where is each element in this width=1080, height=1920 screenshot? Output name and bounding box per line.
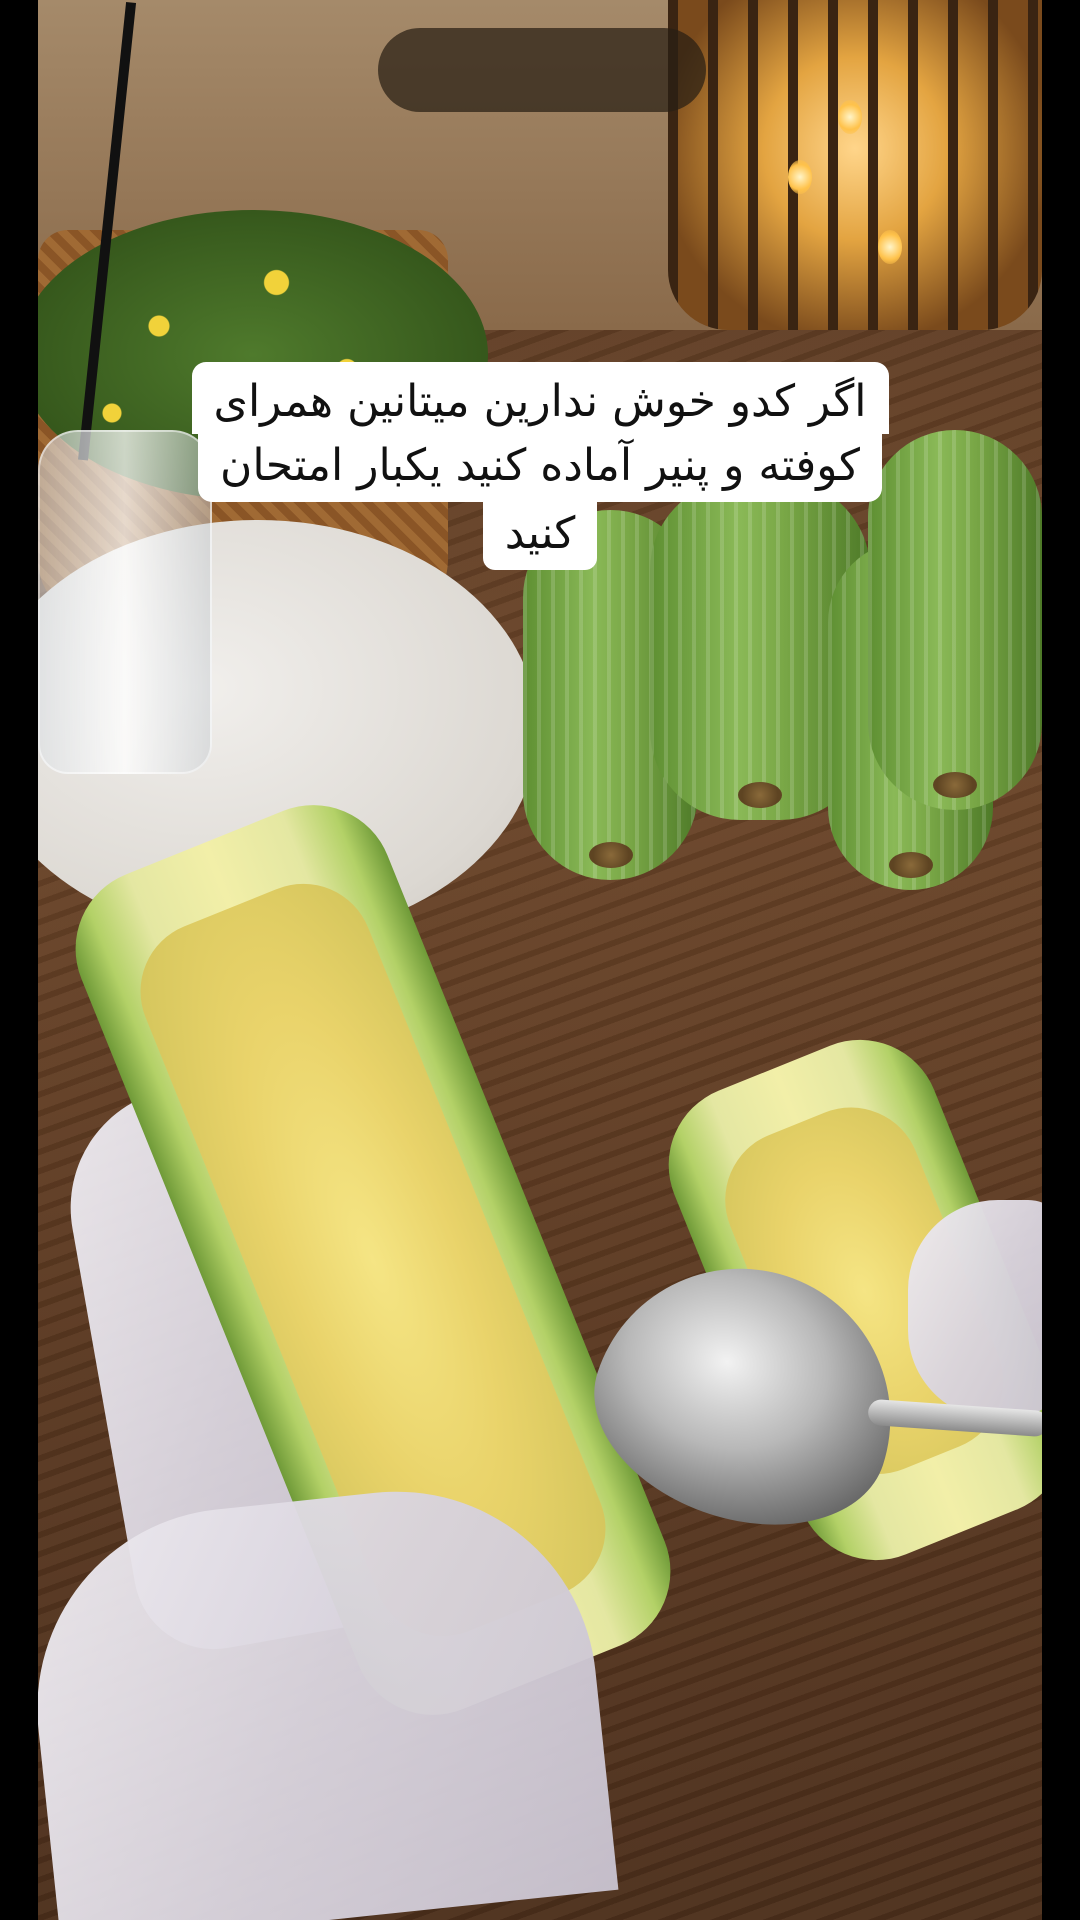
top-status-pill [378,28,706,112]
candle-lantern-image [668,0,1042,330]
caption-line-2: کوفته و پنیر آماده کنید یکبار امتحان [198,434,882,502]
candle-flame-icon [838,100,862,134]
gloved-hand-right-image [908,1200,1042,1420]
caption-line-3: کنید [482,502,598,570]
candle-flame-icon [878,230,902,264]
video-player[interactable] [38,0,1042,1920]
candle-flame-icon [788,160,812,194]
caption-line-1: اگر کدو خوش ندارین میتانین همرای [191,362,889,434]
video-caption: اگر کدو خوش ندارین میتانین همرای کوفته و… [0,362,1080,570]
app-frame: اگر کدو خوش ندارین میتانین همرای کوفته و… [0,0,1080,1920]
